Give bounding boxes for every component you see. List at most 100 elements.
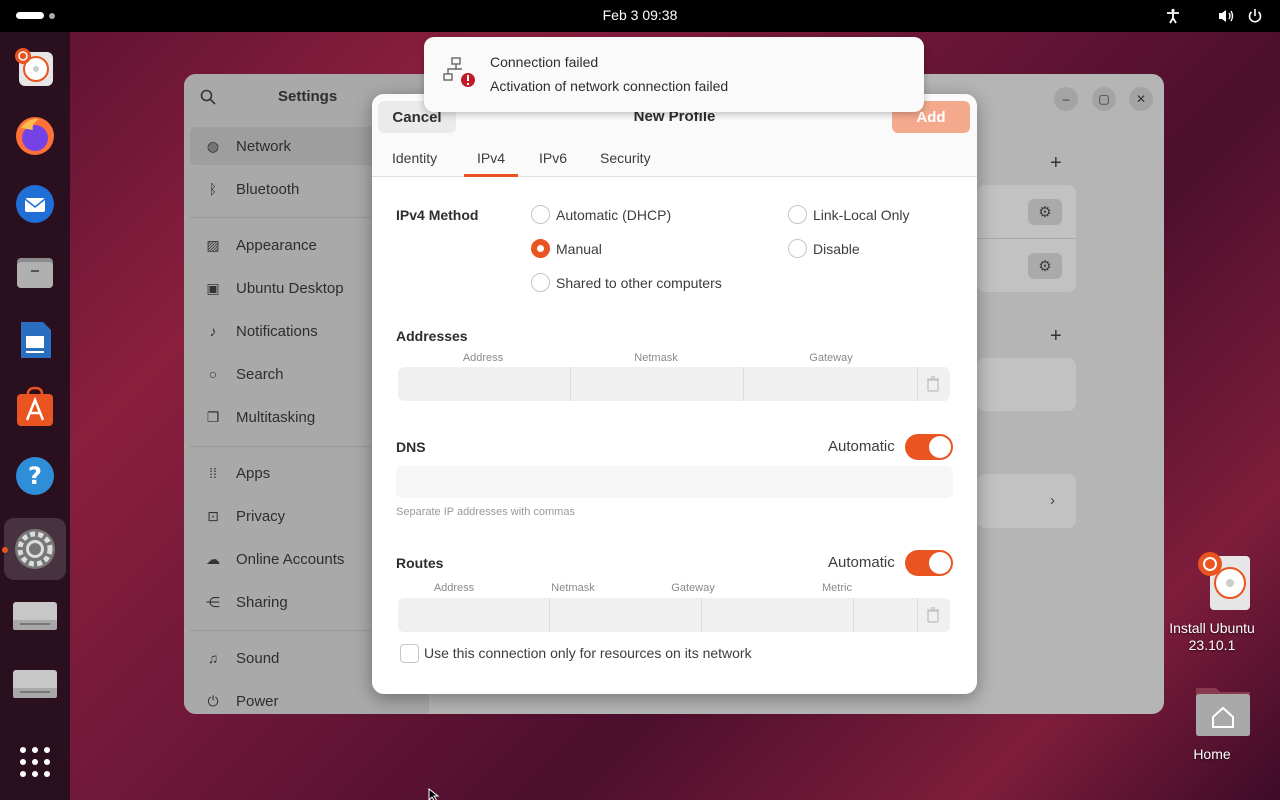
active-tab-indicator [464,174,518,177]
chevron-right-icon: › [1050,492,1055,509]
radio-circle [531,239,550,258]
home-folder-icon[interactable]: Home [1162,684,1262,763]
desktop-icon: ▣ [206,279,220,296]
dns-input[interactable] [396,466,953,498]
sidebar-item-label: Privacy [236,507,286,525]
multitasking-icon: ❐ [206,408,220,425]
drive-2-launcher[interactable] [11,660,59,708]
settings-launcher[interactable] [4,518,66,580]
thunderbird-launcher[interactable] [11,180,59,228]
addresses-label: Addresses [396,328,468,344]
notification-body: Activation of network connection failed [490,78,729,94]
sidebar-item-label: Search [236,365,284,383]
search-icon: ○ [208,366,218,382]
close-button[interactable]: ✕ [1129,87,1153,111]
install-ubuntu-launcher[interactable] [11,44,59,92]
install-ubuntu-version: 23.10.1 [1188,637,1236,653]
music-icon: ♫ [207,650,219,666]
apps-icon: ⁞⁞ [209,465,217,481]
svg-text:?: ? [28,462,42,490]
column-header-address: Address [462,352,504,364]
bluetooth-icon: ᛒ [208,181,218,197]
sidebar-item-label: Sharing [236,593,288,611]
drive-1-launcher[interactable] [11,592,59,640]
clock[interactable]: Feb 3 09:38 [0,7,1280,23]
radio-circle [788,205,807,224]
radio-automatic-dhcp[interactable]: Automatic (DHCP) [531,205,671,224]
routes-label: Routes [396,555,444,571]
tab-security[interactable]: Security [600,150,651,166]
route-metric-input[interactable] [854,598,918,632]
files-launcher[interactable] [11,248,59,296]
sidebar-item-label: Ubuntu Desktop [236,279,344,297]
address-input[interactable] [398,367,571,401]
install-ubuntu-desktop-icon[interactable]: Install Ubuntu 23.10.1 [1162,550,1262,654]
app-center-launcher[interactable] [11,384,59,432]
route-netmask-input[interactable] [550,598,702,632]
minimize-button[interactable]: – [1054,87,1078,111]
firefox-launcher[interactable] [11,112,59,160]
radio-label: Manual [556,240,602,257]
route-row [398,598,950,632]
new-profile-dialog: Cancel New Profile Add Identity IPv4 IPv… [372,94,977,694]
delete-route-icon[interactable] [926,607,940,623]
tab-ipv4[interactable]: IPv4 [477,150,505,166]
notification-title: Connection failed [490,54,599,70]
radio-manual[interactable]: Manual [531,239,602,258]
tab-ipv6[interactable]: IPv6 [539,150,567,166]
column-header-gateway: Gateway [671,582,715,594]
add-vpn-icon[interactable]: + [1050,325,1062,348]
help-launcher[interactable]: ? [11,452,59,500]
mouse-cursor-icon [428,787,440,800]
home-label: Home [1193,746,1231,762]
search-icon[interactable] [200,89,216,109]
radio-circle [531,273,550,292]
tab-identity[interactable]: Identity [392,150,437,166]
network-error-icon [442,57,476,93]
sidebar-item-label: Notifications [236,322,318,340]
proxy-card[interactable] [977,474,1076,528]
sidebar-item-label: Network [236,137,292,155]
routes-automatic-toggle[interactable] [905,550,953,576]
dns-hint: Separate IP addresses with commas [396,506,575,518]
accessibility-icon[interactable] [1163,6,1183,26]
dns-automatic-label: Automatic [828,438,895,455]
route-gateway-input[interactable] [702,598,854,632]
tab-bar: Identity IPv4 IPv6 Security [372,140,977,177]
gear-icon[interactable]: ⚙ [1028,253,1062,279]
column-header-netmask: Netmask [551,582,595,594]
ipv4-method-label: IPv4 Method [396,207,479,223]
volume-icon[interactable] [1216,6,1236,26]
radio-label: Disable [813,240,860,257]
gateway-input[interactable] [744,367,918,401]
notification-banner[interactable]: Connection failed Activation of network … [424,37,924,112]
dns-automatic-toggle[interactable] [905,434,953,460]
share-icon: ⋲ [206,593,220,610]
show-apps-grid-icon[interactable] [11,738,59,786]
radio-label: Automatic (DHCP) [556,206,672,223]
radio-circle [531,205,550,224]
appearance-icon: ▨ [206,236,220,253]
gear-icon[interactable]: ⚙ [1028,199,1062,225]
radio-label: Link-Local Only [813,206,910,223]
route-address-input[interactable] [398,598,550,632]
sidebar-item-label: Sound [236,649,280,667]
lock-icon: ⊡ [207,507,219,524]
add-connection-icon[interactable]: + [1050,152,1062,175]
network-icon: ◍ [206,137,220,154]
delete-address-icon[interactable] [926,376,940,392]
dns-label: DNS [396,439,426,455]
radio-disable[interactable]: Disable [788,239,860,258]
libreoffice-writer-launcher[interactable] [11,316,59,364]
cloud-icon: ☁ [206,550,220,567]
power-icon[interactable] [1245,6,1265,26]
radio-circle [788,239,807,258]
sidebar-item-label: Appearance [236,236,317,254]
netmask-input[interactable] [571,367,744,401]
column-header-gateway: Gateway [809,352,853,364]
running-indicator [2,547,8,553]
radio-shared[interactable]: Shared to other computers [531,273,722,292]
maximize-button[interactable]: ▢ [1092,87,1116,111]
only-resources-checkbox[interactable] [400,644,419,663]
radio-link-local[interactable]: Link-Local Only [788,205,910,224]
